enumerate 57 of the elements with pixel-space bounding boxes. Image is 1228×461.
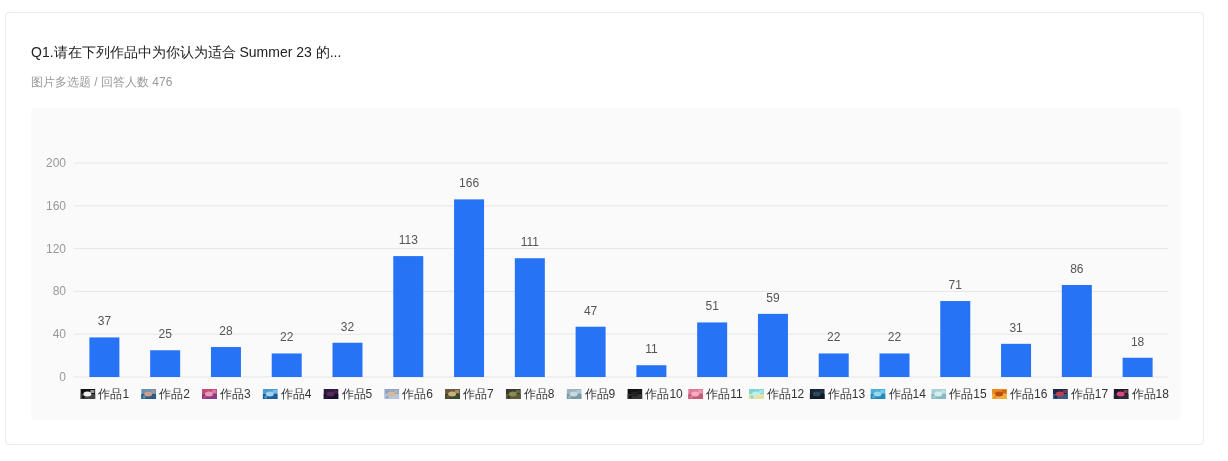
data-label: 71 <box>948 278 962 293</box>
data-label: 32 <box>340 319 355 334</box>
bar <box>210 347 241 377</box>
data-label: 59 <box>766 290 780 305</box>
data-label: 18 <box>1130 334 1145 349</box>
data-label: 28 <box>219 324 233 339</box>
category-label: 作品5 <box>341 387 373 401</box>
data-label: 111 <box>520 235 539 250</box>
category-label: 作品13 <box>827 387 866 401</box>
category-label: 作品16 <box>1010 387 1048 401</box>
y-tick-label: 0 <box>59 370 66 384</box>
data-label: 37 <box>97 314 112 329</box>
bar <box>332 342 363 377</box>
data-label: 47 <box>583 303 598 318</box>
data-label: 113 <box>398 233 418 248</box>
category-label: 作品18 <box>1131 387 1169 401</box>
category-label: 作品12 <box>766 387 805 401</box>
data-label: 86 <box>1070 262 1084 276</box>
y-tick-label: 120 <box>45 241 66 256</box>
data-label: 31 <box>1009 320 1023 335</box>
bar <box>879 353 910 377</box>
data-label: 22 <box>827 330 841 345</box>
data-label: 25 <box>158 327 172 342</box>
category-label: 作品9 <box>584 387 616 401</box>
data-label: 22 <box>280 330 294 345</box>
y-tick-label: 80 <box>52 284 66 299</box>
bar <box>271 353 302 377</box>
question-meta: 图片多选题 / 回答人数 476 <box>31 74 174 90</box>
bar <box>697 322 728 377</box>
bar <box>575 326 606 377</box>
y-tick-label: 200 <box>45 156 66 170</box>
data-label: 22 <box>887 330 902 345</box>
bar <box>757 313 788 377</box>
category-label: 作品15 <box>949 387 987 401</box>
category-label: 作品4 <box>280 387 312 401</box>
bar <box>150 350 181 377</box>
data-label: 11 <box>645 342 658 357</box>
y-tick-label: 160 <box>45 198 66 213</box>
category-label: 作品17 <box>1070 387 1109 401</box>
category-label: 作品3 <box>219 387 251 401</box>
category-label: 作品11 <box>706 387 743 401</box>
bar <box>1122 357 1153 377</box>
category-label: 作品7 <box>463 387 494 401</box>
category-label: 作品2 <box>159 387 190 401</box>
bar <box>636 365 667 377</box>
category-label: 作品14 <box>888 387 926 401</box>
bar <box>818 353 849 377</box>
y-tick-label: 40 <box>52 327 66 342</box>
category-label: 作品10 <box>645 387 683 401</box>
data-label: 51 <box>705 299 719 314</box>
bar <box>89 337 120 377</box>
category-label: 作品8 <box>523 387 555 401</box>
bar <box>1001 343 1032 377</box>
data-label: 166 <box>459 176 480 191</box>
question-title: Q1.请在下列作品中为你认为适合 Summer 23 的... <box>31 43 343 61</box>
category-label: 作品6 <box>402 387 433 401</box>
category-label: 作品1 <box>98 387 130 401</box>
